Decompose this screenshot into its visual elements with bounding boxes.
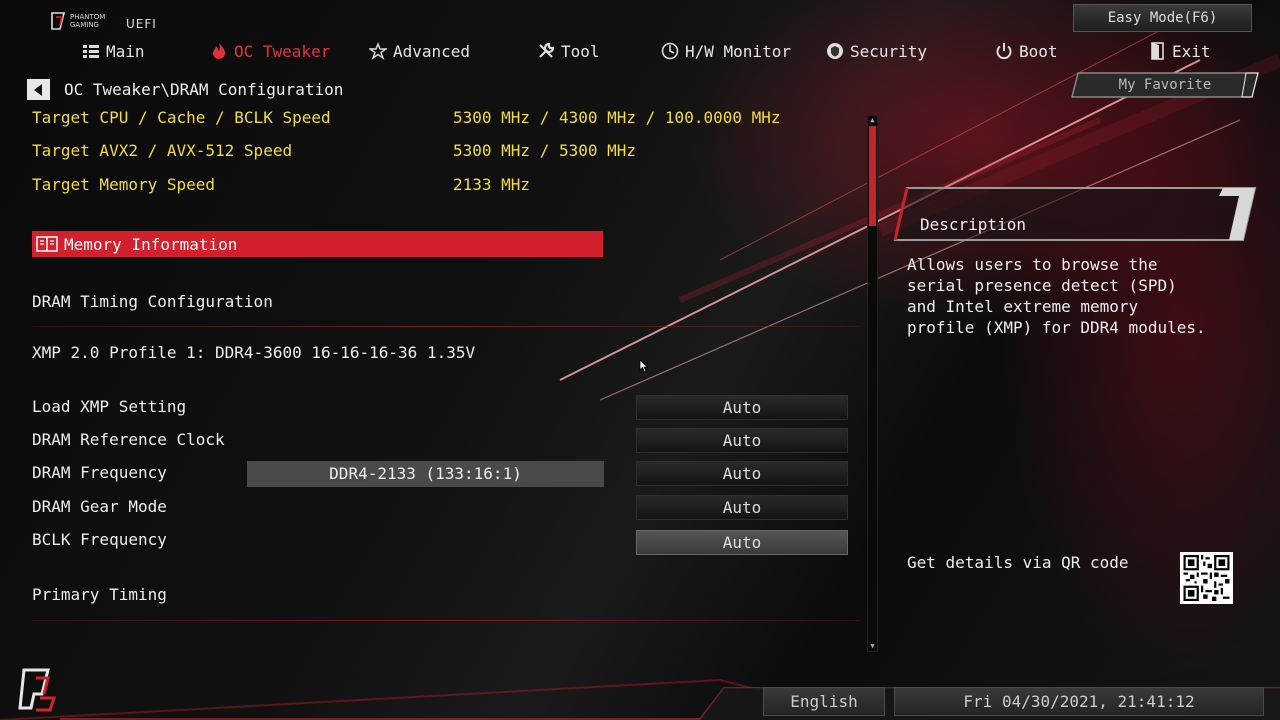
dram-gear-mode-label: DRAM Gear Mode (32, 497, 167, 516)
qr-code (1180, 552, 1233, 604)
language-button[interactable]: English (763, 687, 885, 716)
back-button[interactable] (27, 79, 50, 100)
datetime-display: Fri 04/30/2021, 21:41:12 (894, 687, 1264, 716)
dram-ref-clock-label: DRAM Reference Clock (32, 430, 225, 449)
shield-icon (827, 43, 843, 59)
tab-advanced[interactable]: Advanced (369, 37, 470, 65)
target-cpu-label: Target CPU / Cache / BCLK Speed (32, 108, 331, 127)
bclk-frequency-select[interactable]: Auto (636, 530, 848, 555)
scrollbar-thumb[interactable] (869, 126, 876, 226)
breadcrumb: OC Tweaker\DRAM Configuration (27, 79, 343, 100)
scrollbar[interactable]: ▲ ▼ (867, 115, 878, 652)
xmp-profile-info: XMP 2.0 Profile 1: DDR4-3600 16-16-16-36… (32, 343, 476, 362)
top-nav: Main OC Tweaker Advanced Tool H/W Monito… (0, 37, 1280, 65)
target-memory-label: Target Memory Speed (32, 175, 216, 194)
load-xmp-select[interactable]: Auto (636, 395, 848, 420)
door-icon (1151, 42, 1164, 60)
tab-security[interactable]: Security (826, 37, 927, 65)
tab-exit-label: Exit (1172, 41, 1211, 61)
target-memory-value: 2133 MHz (453, 175, 531, 194)
breadcrumb-path: OC Tweaker\DRAM Configuration (64, 80, 344, 99)
wrench-icon (539, 42, 555, 58)
brand-uefi: UEFI (126, 17, 157, 31)
divider (32, 326, 860, 327)
description-title: Description (920, 215, 1026, 234)
divider (32, 620, 860, 621)
dram-frequency-label: DRAM Frequency (32, 463, 167, 482)
primary-timing-heading[interactable]: Primary Timing (32, 585, 167, 604)
phantom-gaming-logo: PHANTOM GAMING UEFI (51, 12, 157, 31)
dram-frequency-info: DDR4-2133 (133:16:1) (247, 461, 604, 487)
star-icon (369, 42, 387, 60)
target-cpu-value: 5300 MHz / 4300 MHz / 100.0000 MHz (453, 108, 781, 127)
book-icon (36, 236, 58, 252)
load-xmp-label: Load XMP Setting (32, 397, 187, 416)
tab-main-label: Main (106, 41, 145, 61)
back-arrow-icon (33, 83, 42, 96)
tab-tool-label: Tool (561, 41, 600, 61)
dram-timing-heading[interactable]: DRAM Timing Configuration (32, 292, 273, 311)
flame-icon (213, 43, 225, 59)
my-favorite-button[interactable]: My Favorite (1070, 72, 1260, 98)
memory-information-label: Memory Information (64, 234, 238, 254)
power-icon (996, 43, 1012, 60)
tab-oc-tweaker[interactable]: OC Tweaker (210, 37, 330, 65)
tab-hw-monitor[interactable]: H/W Monitor (661, 37, 791, 65)
description-body: Allows users to browse the serial presen… (907, 255, 1206, 337)
target-avx-value: 5300 MHz / 5300 MHz (453, 141, 637, 160)
tab-boot[interactable]: Boot (995, 37, 1058, 65)
tab-oc-tweaker-label: OC Tweaker (234, 41, 331, 61)
my-favorite-label: My Favorite (1118, 77, 1212, 93)
mouse-cursor-icon (639, 359, 649, 373)
brand-line2: GAMING (70, 21, 99, 29)
dram-frequency-select[interactable]: Auto (636, 461, 848, 486)
brand-line1: PHANTOM (70, 13, 105, 21)
tab-advanced-label: Advanced (393, 41, 471, 61)
tab-boot-label: Boot (1019, 41, 1058, 61)
qr-code-label: Get details via QR code (907, 553, 1129, 572)
bclk-frequency-label: BCLK Frequency (32, 530, 167, 549)
dram-gear-mode-select[interactable]: Auto (636, 495, 848, 520)
scroll-up-icon[interactable]: ▲ (868, 116, 877, 125)
memory-information-item[interactable]: Memory Information (32, 231, 603, 257)
list-icon (83, 45, 99, 58)
scroll-down-icon[interactable]: ▼ (868, 642, 877, 651)
phantom-gaming-emblem (18, 668, 57, 712)
target-avx-label: Target AVX2 / AVX-512 Speed (32, 141, 293, 160)
tab-exit[interactable]: Exit (1148, 37, 1211, 65)
easy-mode-button[interactable]: Easy Mode(F6) (1073, 4, 1252, 32)
tab-tool[interactable]: Tool (537, 37, 600, 65)
tab-main[interactable]: Main (82, 37, 145, 65)
dram-ref-clock-select[interactable]: Auto (636, 428, 848, 453)
tab-hw-monitor-label: H/W Monitor (685, 41, 791, 61)
tab-security-label: Security (850, 41, 928, 61)
monitor-icon (661, 42, 679, 60)
